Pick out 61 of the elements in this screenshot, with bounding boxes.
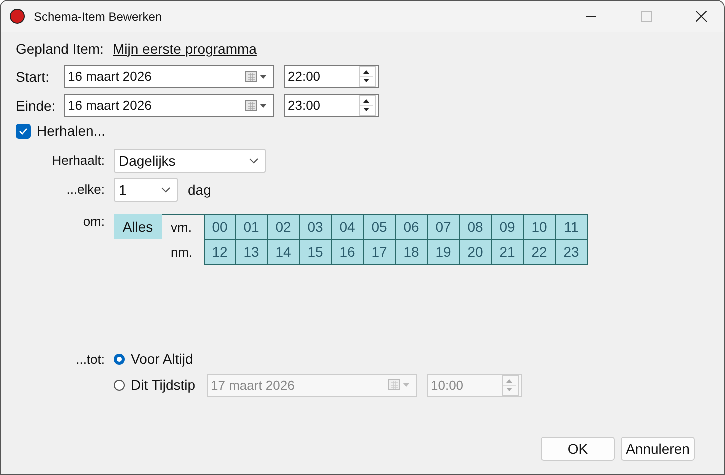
chevron-down-icon — [249, 158, 259, 164]
date-picker[interactable]: 16 maart 2026 — [64, 94, 274, 117]
hour-toggle[interactable]: 16 — [332, 240, 364, 265]
hour-toggle[interactable]: 06 — [396, 215, 428, 240]
field-label: Herhaalt: — [51, 153, 106, 168]
hour-toggle[interactable]: 17 — [364, 240, 396, 265]
interval-dropdown[interactable]: 1 — [114, 178, 178, 202]
hour-toggle[interactable]: 01 — [236, 215, 268, 240]
hour-toggle[interactable]: 02 — [268, 215, 300, 240]
hour-toggle[interactable]: 03 — [300, 215, 332, 240]
field-label: Gepland Item: — [16, 40, 105, 56]
hour-toggle[interactable]: 19 — [428, 240, 460, 265]
field-label: Start: — [16, 68, 50, 84]
hour-toggle[interactable]: 11 — [556, 215, 588, 240]
field-label: Einde: — [16, 98, 57, 114]
calendar-dropdown-icon[interactable] — [245, 100, 269, 112]
time-field[interactable]: 23:00 — [284, 94, 379, 117]
hour-toggle[interactable]: 20 — [460, 240, 492, 265]
hour-toggle[interactable]: 23 — [556, 240, 588, 265]
checkmark-icon — [19, 128, 28, 134]
close-icon — [696, 11, 706, 22]
unit-label: dag — [188, 182, 212, 198]
hour-toggle[interactable]: 07 — [428, 215, 460, 240]
minimize-icon — [586, 16, 596, 18]
hour-toggle[interactable]: 12 — [204, 240, 236, 265]
dialog-button[interactable]: Annuleren — [621, 437, 695, 461]
spinner-buttons[interactable] — [359, 95, 376, 116]
hour-toggle[interactable]: 14 — [268, 240, 300, 265]
repeat-dropdown[interactable]: Dagelijks — [114, 148, 266, 172]
period-label: nm. — [170, 245, 194, 260]
hour-toggle[interactable]: 09 — [492, 215, 524, 240]
until-radio[interactable]: Dit Tijdstip — [114, 377, 207, 393]
dialog-button[interactable]: OK — [541, 437, 615, 461]
spinner-buttons[interactable] — [359, 66, 376, 87]
field-label: ...tot: — [75, 352, 106, 366]
hour-toggle[interactable]: 00 — [204, 215, 236, 240]
period-label: vm. — [170, 220, 193, 235]
select-all-button[interactable]: Alles — [114, 214, 162, 239]
calendar-dropdown-icon[interactable] — [245, 70, 269, 82]
item-link[interactable]: Mijn eerste programma — [113, 40, 257, 56]
hour-toggle[interactable]: 05 — [364, 215, 396, 240]
date-picker[interactable]: 16 maart 2026 — [64, 65, 274, 88]
field-label: om: — [82, 214, 106, 229]
hour-toggle[interactable]: 21 — [492, 240, 524, 265]
hour-toggle[interactable]: 22 — [524, 240, 556, 265]
chevron-down-icon — [161, 186, 171, 192]
until-radio[interactable]: Voor Altijd — [114, 351, 194, 367]
time-field[interactable]: 10:00 — [427, 374, 522, 396]
hour-toggle[interactable]: 18 — [396, 240, 428, 265]
hour-toggle[interactable]: 08 — [460, 215, 492, 240]
hour-toggle[interactable]: 15 — [300, 240, 332, 265]
maximize-icon — [640, 11, 652, 22]
hour-toggle[interactable]: 04 — [332, 215, 364, 240]
hour-toggle[interactable]: 10 — [524, 215, 556, 240]
date-picker[interactable]: 17 maart 2026 — [207, 374, 417, 396]
time-field[interactable]: 22:00 — [284, 65, 379, 88]
app-icon — [10, 9, 25, 24]
window-title: Schema-Item Bewerken — [34, 10, 164, 24]
repeat-checkbox[interactable]: Herhalen... — [16, 123, 106, 139]
field-label: ...elke: — [66, 182, 106, 197]
hour-toggle[interactable]: 13 — [236, 240, 268, 265]
